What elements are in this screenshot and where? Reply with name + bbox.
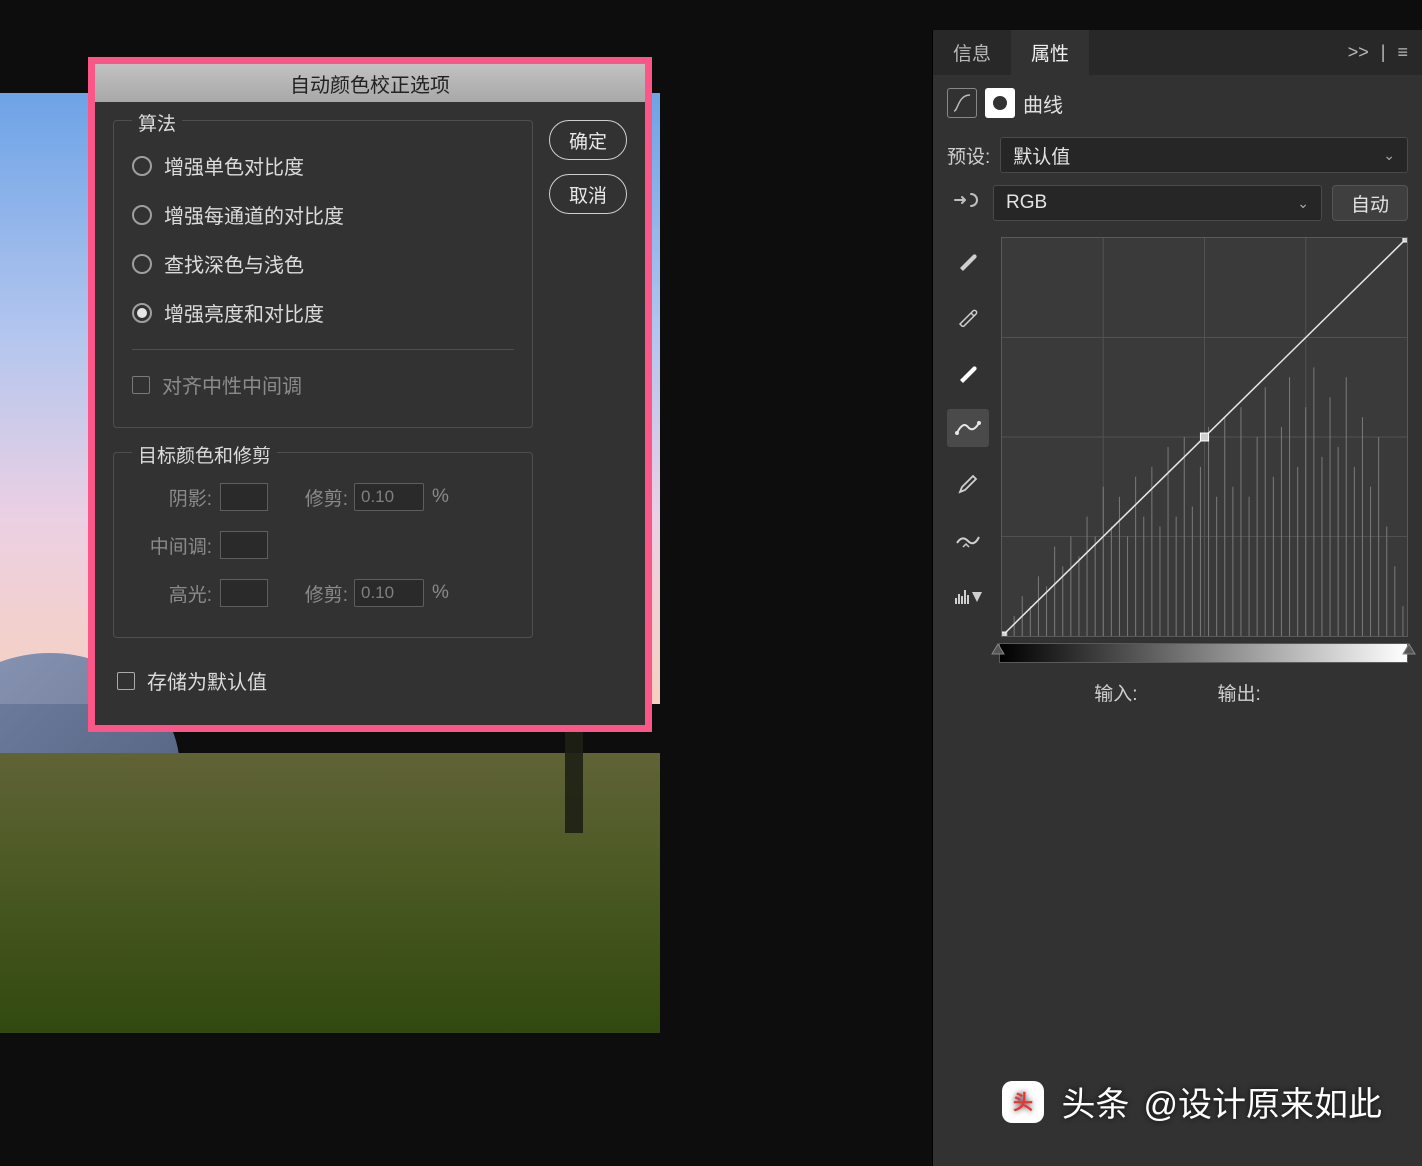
svg-text:头: 头 <box>1013 1091 1033 1114</box>
histogram-clip-icon[interactable] <box>947 577 989 615</box>
radio-enhance-per-channel[interactable]: 增强每通道的对比度 <box>132 190 514 239</box>
clip-label: 修剪: <box>298 580 348 607</box>
eyedropper-gray-icon[interactable] <box>947 297 989 335</box>
channel-row: RGB ⌄ 自动 <box>933 179 1422 227</box>
clip-label: 修剪: <box>298 484 348 511</box>
eyedropper-white-icon[interactable] <box>947 353 989 391</box>
midtones-label: 中间调: <box>132 532 212 559</box>
shadows-label: 阴影: <box>132 484 212 511</box>
dialog-title: 自动颜色校正选项 <box>95 64 645 102</box>
checkbox-icon <box>117 672 135 690</box>
point-curve-icon[interactable] <box>947 409 989 447</box>
cancel-button[interactable]: 取消 <box>549 174 627 214</box>
targets-fieldset: 目标颜色和修剪 阴影: 修剪: 0.10 % 中间调: 高光: 修剪: 0.10 <box>113 452 533 638</box>
tab-properties[interactable]: 属性 <box>1011 30 1089 75</box>
properties-panel: 信息 属性 >> | ≡ 曲线 预设: 默认值 ⌄ RGB ⌄ 自动 <box>932 30 1422 1166</box>
midtones-row: 中间调: <box>132 521 514 569</box>
gradient-ramp[interactable] <box>999 643 1408 663</box>
radio-label: 增强亮度和对比度 <box>164 298 324 327</box>
expand-panels-icon[interactable]: >> <box>1342 30 1375 75</box>
radio-icon <box>132 205 152 225</box>
checkbox-icon <box>132 376 150 394</box>
radio-enhance-mono[interactable]: 增强单色对比度 <box>132 141 514 190</box>
tab-info[interactable]: 信息 <box>933 30 1011 75</box>
watermark-text: @设计原来如此 <box>1143 1077 1382 1126</box>
preset-row: 预设: 默认值 ⌄ <box>933 131 1422 179</box>
radio-icon <box>132 156 152 176</box>
midtones-swatch[interactable] <box>220 531 268 559</box>
radio-label: 查找深色与浅色 <box>164 249 304 278</box>
channel-dropdown[interactable]: RGB ⌄ <box>993 185 1322 221</box>
highlights-swatch[interactable] <box>220 579 268 607</box>
checkbox-label: 存储为默认值 <box>147 666 267 695</box>
shadows-row: 阴影: 修剪: 0.10 % <box>132 473 514 521</box>
divider <box>132 349 514 350</box>
watermark-brand: 头条 <box>1061 1077 1129 1126</box>
preset-value: 默认值 <box>1013 142 1070 169</box>
panel-divider-icon: | <box>1375 30 1392 75</box>
radio-label: 增强单色对比度 <box>164 151 304 180</box>
chevron-down-icon: ⌄ <box>1383 147 1395 164</box>
pencil-curve-icon[interactable] <box>947 465 989 503</box>
preset-label: 预设: <box>947 142 990 169</box>
radio-icon <box>132 254 152 274</box>
preset-dropdown[interactable]: 默认值 ⌄ <box>1000 137 1408 173</box>
watermark-logo-icon: 头 <box>999 1078 1047 1126</box>
curves-icon <box>947 88 977 118</box>
algorithm-legend: 算法 <box>132 109 182 136</box>
highlights-row: 高光: 修剪: 0.10 % <box>132 569 514 617</box>
snap-neutral-checkbox[interactable]: 对齐中性中间调 <box>132 362 514 407</box>
panel-subheader: 曲线 <box>933 75 1422 131</box>
shadows-clip-input[interactable]: 0.10 <box>354 483 424 511</box>
radio-find-dark-light[interactable]: 查找深色与浅色 <box>132 239 514 288</box>
panel-tab-bar: 信息 属性 >> | ≡ <box>933 30 1422 75</box>
radio-enhance-brightness-contrast[interactable]: 增强亮度和对比度 <box>132 288 514 337</box>
highlights-clip-input[interactable]: 0.10 <box>354 579 424 607</box>
curve-tool-column <box>947 237 989 637</box>
ok-button[interactable]: 确定 <box>549 120 627 160</box>
output-label: 输出: <box>1218 679 1261 706</box>
input-output-row: 输入: 输出: <box>933 663 1422 726</box>
mask-icon[interactable] <box>985 88 1015 118</box>
auto-button[interactable]: 自动 <box>1332 185 1408 221</box>
targets-legend: 目标颜色和修剪 <box>132 441 277 468</box>
watermark: 头 头条 @设计原来如此 <box>999 1077 1382 1126</box>
algorithm-fieldset: 算法 增强单色对比度 增强每通道的对比度 查找深色与浅色 增强亮度和对比度 <box>113 120 533 428</box>
chevron-down-icon: ⌄ <box>1297 195 1309 212</box>
panel-subtitle: 曲线 <box>1023 89 1063 118</box>
curve-area <box>933 227 1422 637</box>
input-label: 输入: <box>1094 679 1137 706</box>
save-default-checkbox[interactable]: 存储为默认值 <box>113 662 533 707</box>
eyedropper-black-icon[interactable] <box>947 241 989 279</box>
radio-icon <box>132 303 152 323</box>
percent-label: % <box>432 582 449 604</box>
radio-label: 增强每通道的对比度 <box>164 200 344 229</box>
checkbox-label: 对齐中性中间调 <box>162 370 302 399</box>
channel-value: RGB <box>1006 192 1047 214</box>
panel-menu-icon[interactable]: ≡ <box>1391 30 1414 75</box>
auto-color-dialog: 自动颜色校正选项 算法 增强单色对比度 增强每通道的对比度 查找深色与浅色 <box>88 57 652 732</box>
curve-graph[interactable] <box>1001 237 1408 637</box>
smooth-curve-icon[interactable] <box>947 521 989 559</box>
highlights-label: 高光: <box>132 580 212 607</box>
percent-label: % <box>432 486 449 508</box>
shadows-swatch[interactable] <box>220 483 268 511</box>
targeted-adjust-icon[interactable] <box>947 188 983 219</box>
